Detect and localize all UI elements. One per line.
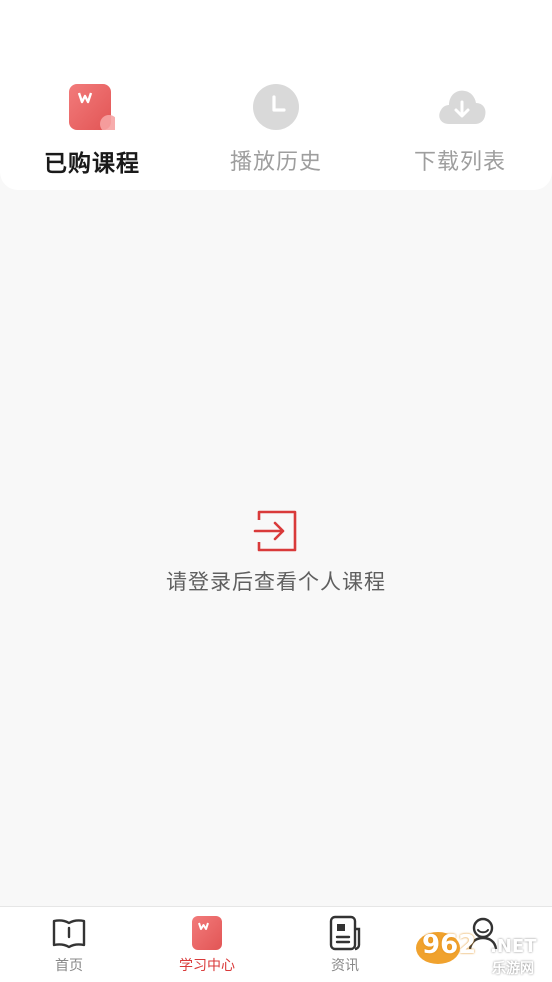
nav-label: 首页 bbox=[55, 958, 83, 974]
study-center-icon bbox=[189, 915, 225, 951]
top-tab-bar: 已购课程 播放历史 下载列表 bbox=[0, 0, 552, 190]
nav-news[interactable]: 资讯 bbox=[276, 915, 414, 975]
news-icon bbox=[327, 915, 363, 951]
watermark-sub: 乐游网 bbox=[492, 961, 534, 977]
tab-label: 已购课程 bbox=[44, 151, 140, 177]
tab-play-history[interactable]: 播放历史 bbox=[184, 84, 368, 176]
login-prompt-text: 请登录后查看个人课程 bbox=[166, 570, 386, 594]
nav-label: 资讯 bbox=[331, 958, 359, 974]
tab-label: 下载列表 bbox=[413, 150, 506, 175]
watermark-suffix: .NET bbox=[490, 936, 537, 957]
nav-label: 学习中心 bbox=[179, 958, 235, 974]
tab-download-list[interactable]: 下载列表 bbox=[368, 84, 552, 176]
nav-study-center[interactable]: 学习中心 bbox=[138, 915, 276, 975]
nav-home[interactable]: 首页 bbox=[0, 915, 138, 975]
clock-icon bbox=[253, 84, 299, 130]
login-prompt[interactable]: 请登录后查看个人课程 bbox=[0, 508, 552, 596]
purchased-courses-icon bbox=[69, 84, 118, 133]
tab-label: 播放历史 bbox=[229, 150, 322, 175]
tab-purchased-courses[interactable]: 已购课程 bbox=[0, 84, 184, 178]
watermark-brand: 962 bbox=[422, 930, 477, 960]
watermark-logo: 962 .NET 乐游网 bbox=[414, 928, 550, 978]
cloud-download-icon bbox=[437, 84, 486, 130]
book-open-icon bbox=[51, 915, 87, 951]
login-icon bbox=[253, 508, 299, 554]
